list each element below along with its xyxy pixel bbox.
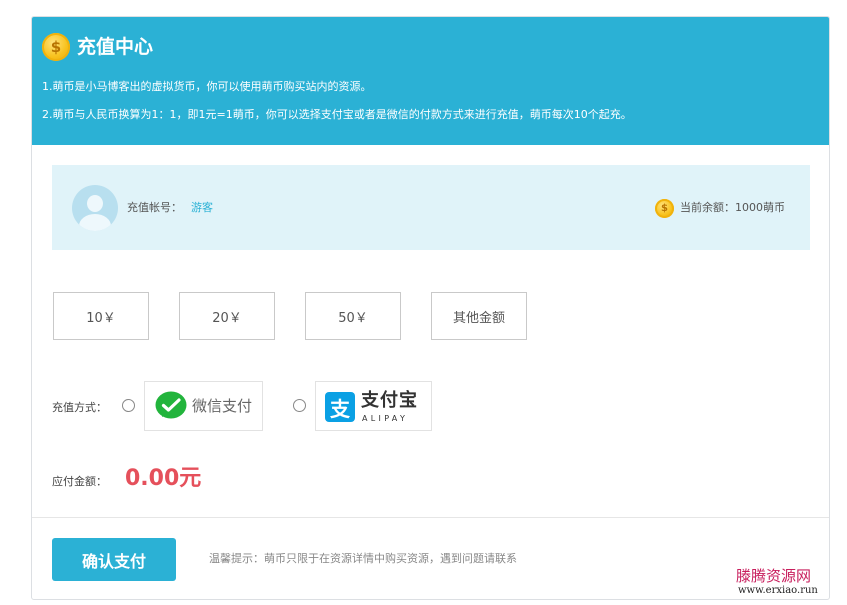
header-banner: $ 充值中心 1.萌币是小马博客出的虚拟货币，你可以使用萌币购买站内的资源。 2…: [32, 17, 829, 145]
wechat-radio[interactable]: [122, 399, 135, 412]
wechat-icon: [155, 391, 187, 419]
wechat-pay-label: 微信支付: [192, 397, 253, 415]
amount-option-50[interactable]: 50￥: [305, 292, 401, 340]
info-note-1: 1.萌币是小马博客出的虚拟货币，你可以使用萌币购买站内的资源。: [42, 80, 372, 93]
account-username[interactable]: 游客: [191, 201, 213, 215]
balance-coin-icon: $: [655, 199, 674, 218]
amount-option-10[interactable]: 10￥: [53, 292, 149, 340]
account-bar: 充值帐号： 游客 $ 当前余额：1000萌币: [52, 165, 810, 250]
avatar-shoulders: [79, 214, 111, 231]
alipay-label-en: ALIPAY: [362, 414, 409, 423]
watermark: 滕腾资源网 www.erxiao.run: [736, 567, 831, 597]
watermark-url: www.erxiao.run: [738, 585, 818, 596]
recharge-panel: $ 充值中心 1.萌币是小马博客出的虚拟货币，你可以使用萌币购买站内的资源。 2…: [31, 16, 830, 600]
footer-divider: [32, 517, 829, 518]
amount-due-value: 0.00元: [125, 466, 202, 491]
watermark-cn: 滕腾资源网: [736, 567, 812, 585]
alipay-icon: 支: [325, 392, 355, 422]
amount-option-20[interactable]: 20￥: [179, 292, 275, 340]
payment-method-label: 充值方式：: [52, 401, 107, 414]
info-note-2: 2.萌币与人民币换算为1：1，即1元=1萌币，你可以选择支付宝或者是微信的付款方…: [42, 108, 632, 121]
alipay-label: 支付宝: [361, 390, 418, 411]
avatar-head: [87, 195, 103, 212]
wechat-pay-option[interactable]: 微信支付: [144, 381, 263, 431]
warm-tip: 温馨提示：萌币只限于在资源详情中购买资源，遇到问题请联系: [209, 552, 517, 565]
avatar: [72, 185, 118, 231]
confirm-payment-button[interactable]: 确认支付: [52, 538, 176, 581]
coin-icon: $: [42, 33, 70, 61]
balance-text: 当前余额：1000萌币: [680, 201, 785, 214]
amount-due-label: 应付金额：: [52, 475, 107, 488]
page-title: 充值中心: [77, 36, 154, 58]
alipay-option[interactable]: 支 支付宝 ALIPAY: [315, 381, 432, 431]
amount-option-other[interactable]: 其他金额: [431, 292, 527, 340]
account-label: 充值帐号：: [127, 201, 182, 214]
alipay-radio[interactable]: [293, 399, 306, 412]
